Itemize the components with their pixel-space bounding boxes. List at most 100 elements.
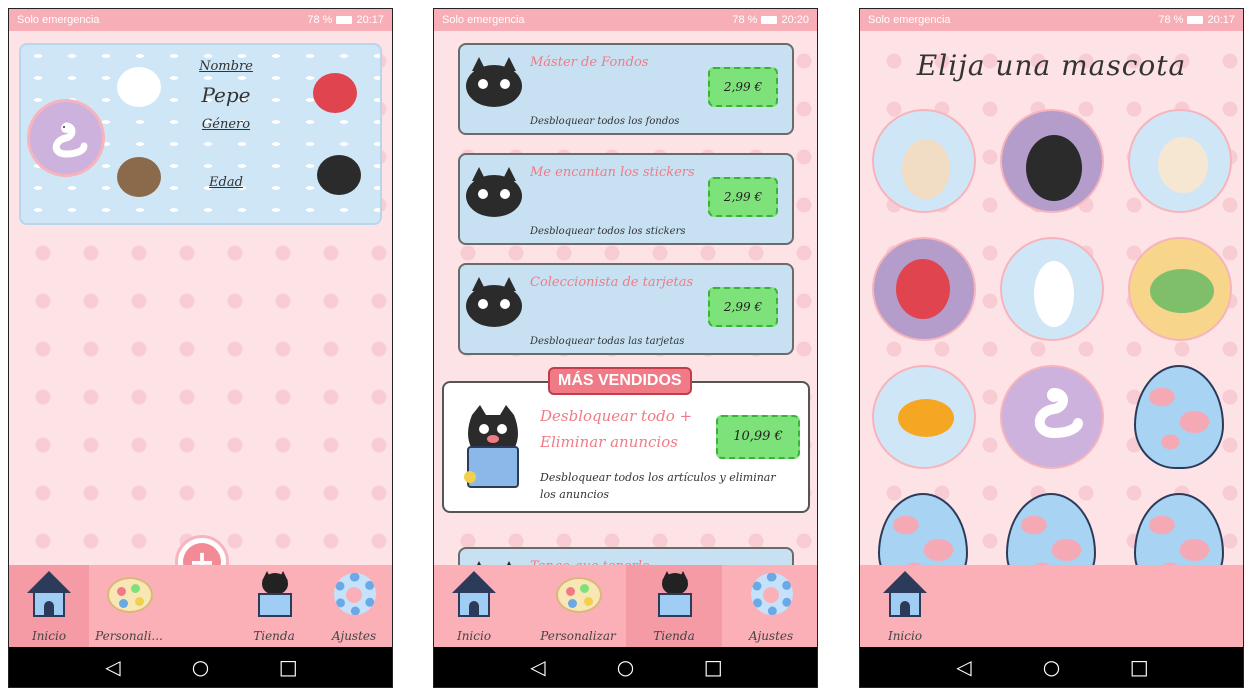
store-item-desc: Desbloquear todos los stickers [530, 226, 686, 237]
recents-icon[interactable]: □ [698, 655, 728, 679]
page-title: Elija una mascota [916, 49, 1187, 82]
buy-button[interactable]: 2,99 € [708, 67, 778, 107]
carrier-label: Solo emergencia [17, 14, 100, 26]
tab-personalizar-label: Personali... [95, 629, 163, 643]
tab-inicio-label: Inicio [887, 629, 923, 643]
tab-personalizar-label: Personalizar [540, 629, 616, 643]
system-nav-bar: ◁ ○ □ [860, 647, 1243, 687]
back-icon[interactable]: ◁ [523, 655, 553, 679]
pet-option-turtle[interactable] [1128, 237, 1232, 341]
system-nav-bar: ◁ ○ □ [434, 647, 817, 687]
gear-icon [747, 571, 795, 617]
recents-icon[interactable]: □ [1124, 655, 1154, 679]
shopping-bag-cat-icon [464, 405, 519, 488]
snake-icon [52, 122, 88, 158]
tab-inicio[interactable]: Inicio [860, 565, 950, 647]
battery-label: 78 % [307, 14, 333, 26]
nombre-label: Nombre [199, 59, 253, 74]
buy-button[interactable]: 2,99 € [708, 287, 778, 327]
tab-personalizar[interactable]: Personali... [89, 565, 169, 647]
tab-personalizar[interactable]: Personalizar [530, 565, 626, 647]
house-icon [881, 571, 929, 617]
tab-inicio-label: Inicio [31, 629, 67, 643]
cat-icon [466, 57, 522, 107]
house-icon [450, 571, 498, 617]
cat-icon [317, 155, 361, 195]
battery-icon [336, 16, 353, 24]
store-item-title: Me encantan los stickers [530, 165, 695, 180]
nombre-value[interactable]: Pepe [171, 83, 281, 107]
pet-option-hamster[interactable] [1128, 109, 1232, 213]
clock-label: 20:20 [781, 14, 809, 26]
cat-icon [466, 167, 522, 217]
parrot-icon [313, 73, 357, 113]
system-nav-bar: ◁ ○ □ [9, 647, 392, 687]
gear-icon [330, 571, 378, 617]
dog-icon [117, 157, 161, 197]
featured-buy-button[interactable]: 10,99 € [716, 415, 800, 459]
pet-option-bulldog[interactable] [872, 109, 976, 213]
goldfish-icon [898, 399, 954, 437]
home-circle-icon[interactable]: ○ [610, 655, 640, 679]
edad-label: Edad [209, 175, 243, 190]
snake-icon [1034, 388, 1083, 439]
pet-option-goldfish[interactable] [872, 365, 976, 469]
tab-inicio-label: Inicio [456, 629, 492, 643]
turtle-icon [1150, 269, 1214, 313]
status-bar: Solo emergencia 78 % 20:17 [9, 9, 392, 31]
palette-icon [554, 571, 602, 617]
clock-label: 20:17 [1207, 14, 1235, 26]
tab-inicio[interactable]: Inicio [434, 565, 514, 647]
rabbit-icon [117, 67, 161, 107]
back-icon[interactable]: ◁ [949, 655, 979, 679]
featured-item-title: Desbloquear todo + Eliminar anuncios [540, 407, 693, 451]
store-item-desc: Desbloquear todos los fondos [530, 116, 680, 127]
pet-option-parrot[interactable] [872, 237, 976, 341]
pet-picker-screen: Solo emergencia 78 % 20:17 Elija una mas… [859, 8, 1244, 688]
battery-icon [1187, 16, 1204, 24]
battery-icon [761, 16, 778, 24]
pet-option-rabbit[interactable] [1000, 237, 1104, 341]
cat-icon [1026, 135, 1082, 201]
pet-option-cat[interactable] [1000, 109, 1104, 213]
pet-option-snake[interactable] [1000, 365, 1104, 469]
home-circle-icon[interactable]: ○ [185, 655, 215, 679]
carrier-label: Solo emergencia [442, 14, 525, 26]
house-icon [25, 571, 73, 617]
profile-screen: Solo emergencia 78 % 20:17 Nombre Pepe G… [8, 8, 393, 688]
best-seller-badge: MÁS VENDIDOS [548, 367, 692, 395]
home-circle-icon[interactable]: ○ [1036, 655, 1066, 679]
tab-inicio[interactable]: Inicio [9, 565, 89, 647]
profile-card[interactable]: Nombre Pepe Género Edad [19, 43, 382, 225]
store-item-title: Máster de Fondos [530, 55, 649, 70]
featured-item[interactable]: MÁS VENDIDOS Desbloquear todo + Eliminar… [442, 367, 810, 513]
rabbit-icon [1034, 261, 1074, 327]
genero-label: Género [201, 117, 251, 132]
recents-icon[interactable]: □ [273, 655, 303, 679]
battery-label: 78 % [1158, 14, 1184, 26]
tab-bar: Inicio Personalizar Tienda Ajustes [434, 565, 817, 647]
clock-label: 20:17 [356, 14, 384, 26]
pet-avatar[interactable] [27, 99, 105, 177]
featured-item-desc: Desbloquear todos los artículos y elimin… [540, 471, 776, 501]
store-item[interactable]: Coleccionista de tarjetas Desbloquear to… [458, 263, 794, 355]
store-list[interactable]: Máster de Fondos Desbloquear todos los f… [434, 31, 817, 575]
tab-bar: Inicio Personali... Tienda Ajustes [9, 565, 392, 647]
store-item[interactable]: Me encantan los stickers Desbloquear tod… [458, 153, 794, 245]
status-bar: Solo emergencia 78 % 20:20 [434, 9, 817, 31]
store-item[interactable]: Máster de Fondos Desbloquear todos los f… [458, 43, 794, 135]
status-bar: Solo emergencia 78 % 20:17 [860, 9, 1243, 31]
tab-tienda[interactable]: Tienda [626, 565, 722, 647]
buy-button[interactable]: 2,99 € [708, 177, 778, 217]
cat-box-icon [650, 571, 698, 617]
carrier-label: Solo emergencia [868, 14, 951, 26]
palette-icon [105, 571, 153, 617]
tab-bar: Inicio [860, 565, 1243, 647]
tab-tienda[interactable]: Tienda [234, 565, 314, 647]
tab-ajustes[interactable]: Ajustes [314, 565, 392, 647]
store-screen: Solo emergencia 78 % 20:20 Máster de Fon… [433, 8, 818, 688]
tab-ajustes[interactable]: Ajustes [731, 565, 811, 647]
back-icon[interactable]: ◁ [98, 655, 128, 679]
dog-icon [902, 139, 950, 199]
cat-icon [466, 277, 522, 327]
